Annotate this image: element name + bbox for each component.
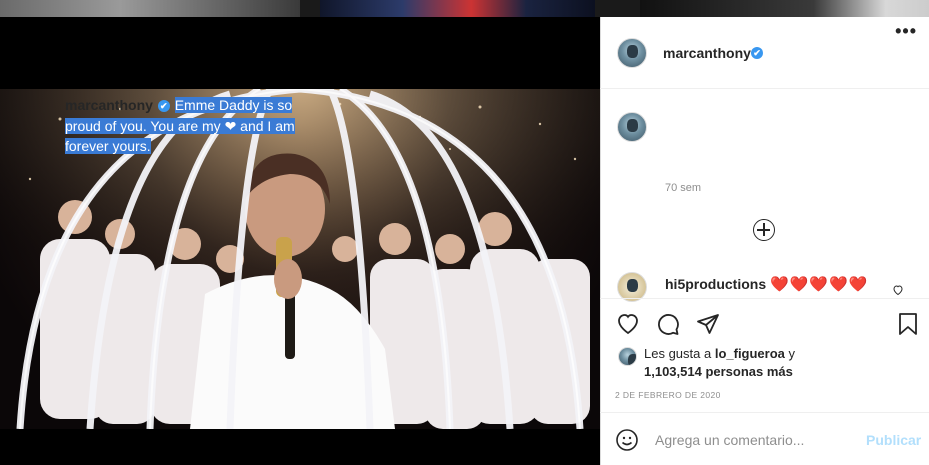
background-thumbnails — [0, 0, 929, 17]
caption-text-4: forever yours. — [65, 138, 151, 154]
caption-text-2: proud of you. You are my — [65, 117, 225, 134]
verified-badge-icon: ✔ — [751, 47, 763, 59]
likes-conj: y — [784, 346, 796, 361]
smiley-icon[interactable] — [615, 428, 639, 452]
caption: marcanthony ✔ Emme Daddy is so proud of … — [65, 95, 310, 157]
input-divider — [600, 412, 929, 413]
more-options-icon[interactable]: ••• — [895, 22, 917, 40]
likes-suffix[interactable]: personas más — [702, 364, 792, 379]
comments-divider — [600, 298, 929, 299]
author-username[interactable]: marcanthony — [663, 45, 751, 61]
comment-icon[interactable] — [656, 312, 680, 336]
header-divider — [600, 88, 929, 89]
publish-button[interactable]: Publicar — [866, 432, 921, 448]
heart-icon[interactable] — [616, 312, 640, 336]
caption-username[interactable]: marcanthony — [65, 97, 153, 113]
bookmark-icon[interactable] — [896, 312, 920, 336]
comment: hi5productions ❤️❤️❤️❤️❤️ — [665, 275, 868, 293]
comment-input[interactable]: Agrega un comentario... — [655, 432, 804, 448]
thumbnail-2 — [320, 0, 595, 17]
plus-circle-icon[interactable] — [753, 219, 775, 241]
likes-count[interactable]: 1,103,514 — [644, 364, 702, 379]
comment-like-heart-icon[interactable] — [892, 284, 904, 296]
thumbnail-3 — [640, 0, 929, 17]
caption-avatar[interactable] — [617, 112, 647, 142]
white-heart-icon: ❤ — [224, 117, 237, 134]
likes-summary: Les gusta a lo_figueroa y 1,103,514 pers… — [644, 345, 795, 381]
caption-timestamp[interactable]: 70 sem — [665, 182, 701, 194]
post-date[interactable]: 2 DE FEBRERO DE 2020 — [615, 390, 721, 400]
comment-hearts: ❤️❤️❤️❤️❤️ — [770, 276, 869, 293]
likes-prefix: Les gusta a — [644, 346, 715, 361]
caption-text-1: Emme Daddy is so — [174, 97, 293, 113]
liker-username[interactable]: lo_figueroa — [715, 346, 785, 361]
paper-plane-icon[interactable] — [696, 312, 720, 336]
comment-username[interactable]: hi5productions — [665, 276, 766, 292]
liker-avatar[interactable] — [618, 347, 637, 366]
post-media[interactable] — [0, 17, 600, 465]
author-avatar[interactable] — [617, 38, 647, 68]
caption-verified-icon: ✔ — [157, 100, 170, 112]
thumbnail-1 — [0, 0, 300, 17]
caption-text-3: and I am — [236, 117, 295, 134]
